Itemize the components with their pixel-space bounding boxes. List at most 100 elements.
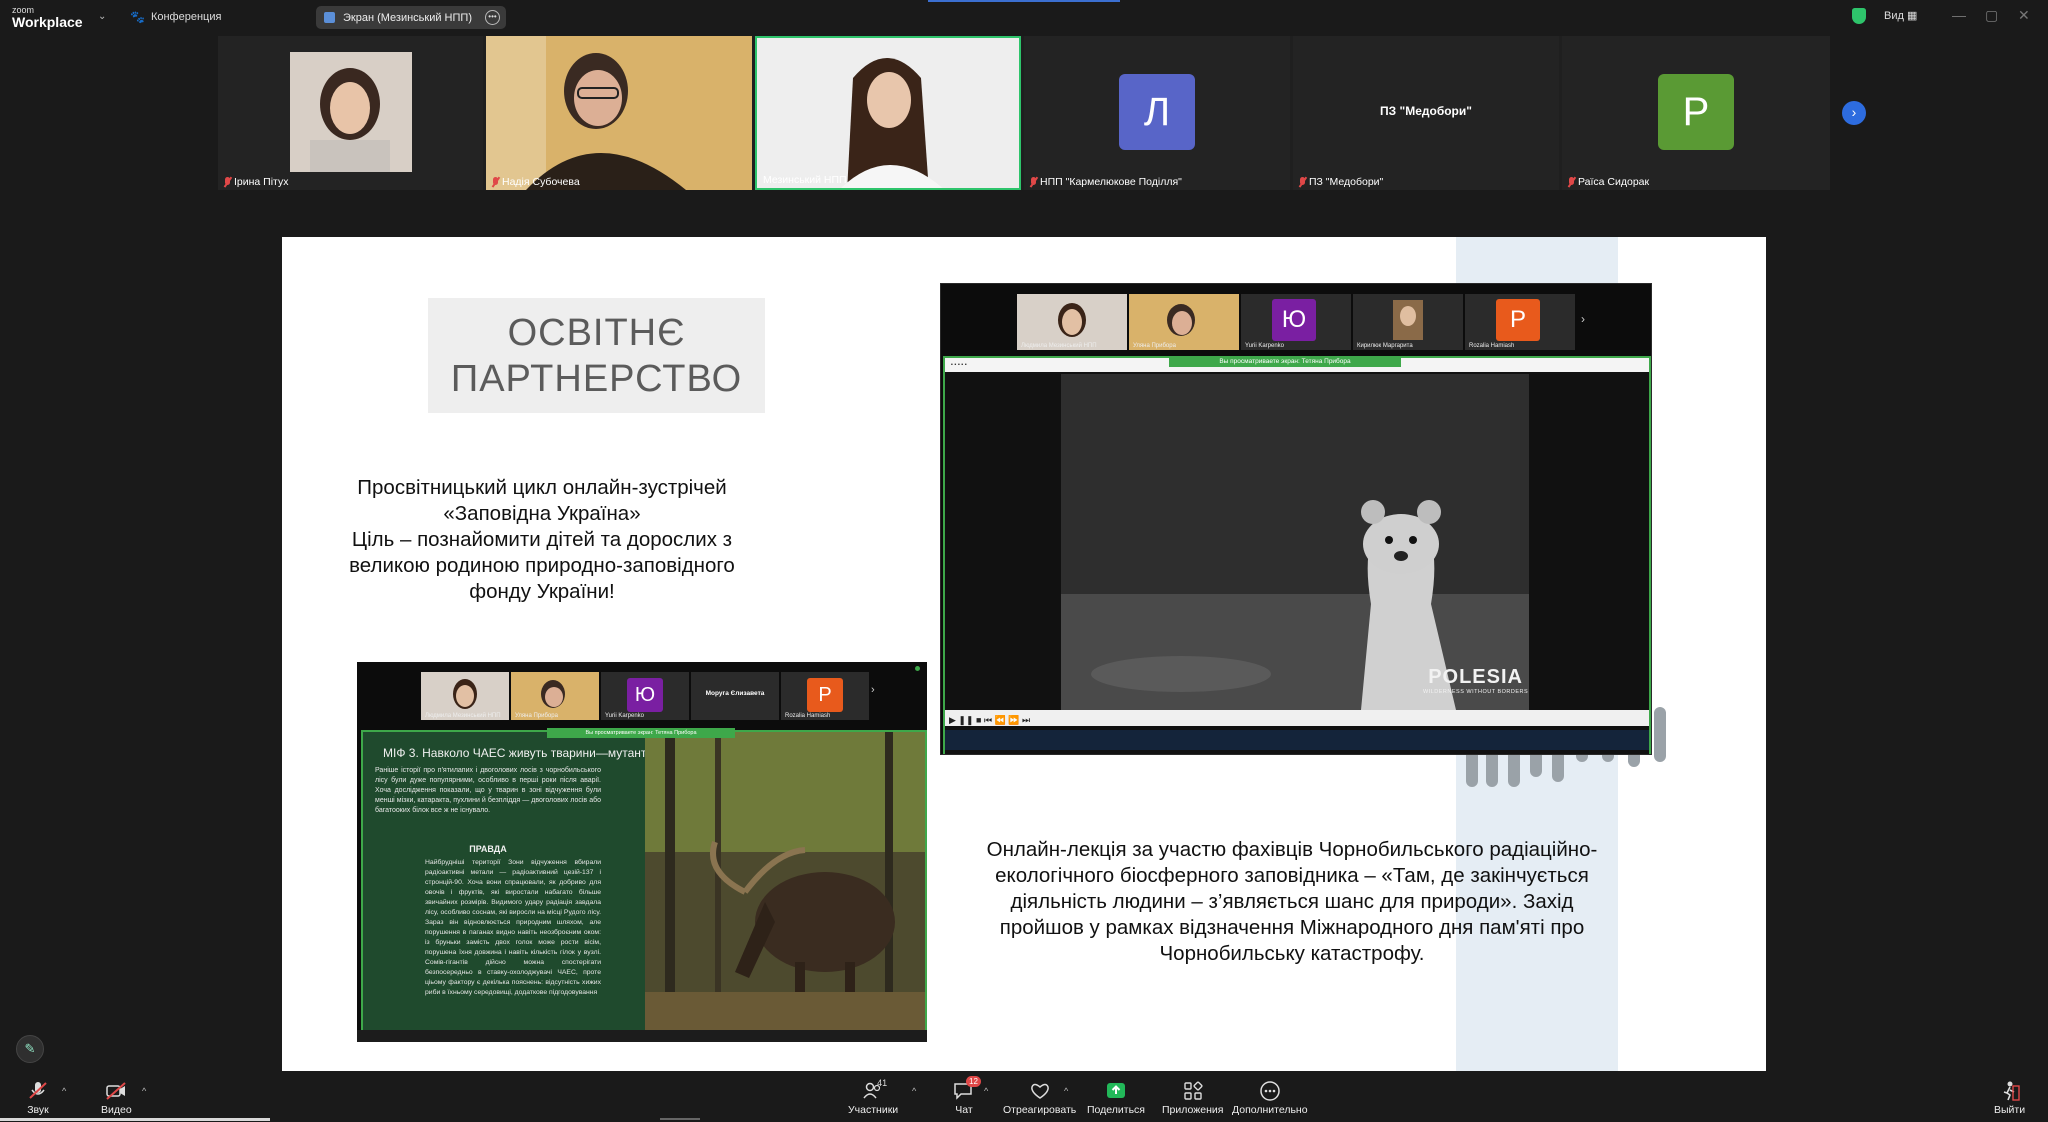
share-label: Поделиться — [1087, 1104, 1145, 1116]
audio-button[interactable]: Звук — [26, 1080, 50, 1116]
mini-participant-tile: Ю Yurii Karpenko — [1241, 294, 1351, 350]
title-bar — [0, 0, 2048, 36]
chevron-up-icon[interactable]: ^ — [62, 1086, 66, 1096]
participant-tile-active[interactable]: Мезинський НПП — [755, 36, 1021, 190]
mic-muted-icon — [26, 1080, 50, 1102]
chevron-down-icon[interactable]: ⌄ — [98, 11, 106, 22]
participant-name: Раїса Сидорак — [1568, 176, 1649, 188]
participant-tile[interactable]: Ірина Пітух — [218, 36, 483, 190]
participant-name: Мезинський НПП — [763, 174, 847, 186]
status-dot — [915, 666, 920, 671]
mic-muted-icon — [1299, 177, 1306, 187]
annotate-pen-icon[interactable]: ✎ — [16, 1035, 44, 1063]
video-button[interactable]: Видео — [101, 1080, 132, 1116]
video-off-icon — [104, 1080, 128, 1102]
more-icon[interactable]: ••• — [485, 10, 500, 25]
participant-tile[interactable]: Р Раїса Сидорак — [1562, 36, 1830, 190]
leave-button[interactable]: Выйти — [1994, 1080, 2025, 1116]
chat-label: Чат — [955, 1104, 973, 1116]
polesia-watermark: POLESIA WILDERNESS WITHOUT BORDERS — [1423, 666, 1529, 695]
participant-strip: Ірина Пітух Надія Субочева Мезинський НП… — [218, 36, 1830, 190]
taskbar — [945, 730, 1649, 750]
top-accent-bar — [928, 0, 1120, 2]
slide-title: ОСВІТНЄ ПАРТНЕРСТВО — [428, 298, 765, 413]
zoom-logo[interactable]: zoom Workplace — [12, 4, 83, 30]
participants-button[interactable]: 41 Участники — [848, 1078, 898, 1116]
screenshot-myth-slide: Людмила Мезинський НПП Уляна Прибора Ю Y… — [357, 662, 927, 1042]
more-icon — [1258, 1080, 1282, 1102]
close-icon[interactable]: ✕ — [2018, 7, 2030, 24]
view-banner: Вы просматриваете экран: Тетяна Прибора — [547, 728, 735, 738]
participant-avatar: Р — [1658, 74, 1734, 150]
mic-muted-icon — [1568, 177, 1575, 187]
chevron-up-icon[interactable]: ^ — [912, 1086, 916, 1096]
participants-icon: 41 — [853, 1078, 893, 1102]
slide-text-cycle: Просвітницький цикл онлайн-зустрічей «За… — [342, 475, 742, 605]
logo-line2: Workplace — [12, 14, 83, 30]
mini-participant-tile: Р Rozalia Hamiash — [1465, 294, 1575, 350]
react-label: Отреагировать — [1003, 1104, 1077, 1116]
mic-muted-icon — [492, 177, 499, 187]
slide-text-lecture: Онлайн-лекція за участю фахівців Чорноби… — [986, 838, 1598, 965]
progress-line — [0, 1118, 270, 1121]
participant-name: ПЗ "Медобори" — [1299, 176, 1383, 188]
screen-share-pill[interactable]: Экран (Мезинський НПП) ••• — [316, 6, 506, 29]
chevron-up-icon[interactable]: ^ — [984, 1086, 988, 1096]
next-page-icon[interactable]: › — [1842, 101, 1866, 125]
mic-muted-icon — [224, 177, 231, 187]
scroll-indicator — [660, 1118, 700, 1120]
apps-icon — [1181, 1080, 1205, 1102]
shield-icon[interactable] — [1852, 8, 1866, 24]
participant-avatar: Л — [1119, 74, 1195, 150]
chevron-right-icon: › — [871, 684, 875, 696]
chat-icon: 12 — [952, 1076, 981, 1102]
mini-participant-tile: Ю Yurii Karpenko — [601, 672, 689, 720]
screen-share-label: Экран (Мезинський НПП) — [343, 11, 472, 24]
view-menu[interactable]: Вид ▦ — [1884, 9, 1917, 22]
myth-paragraph: Раніше історії про п'ятилапих і двоголов… — [375, 767, 601, 814]
player-controls: ▶ ❚❚ ■ ⏮ ⏪ ⏩ ⏭ — [945, 710, 1649, 726]
paw-icon: 🐾 — [130, 10, 145, 24]
share-button[interactable]: Поделиться — [1087, 1080, 1145, 1116]
share-screen-icon — [1104, 1080, 1128, 1102]
apps-label: Приложения — [1162, 1104, 1224, 1116]
chevron-up-icon[interactable]: ^ — [1064, 1086, 1068, 1096]
conference-menu[interactable]: 🐾 Конференция — [130, 10, 221, 24]
participant-tile[interactable]: Надія Субочева — [486, 36, 752, 190]
mini-participant-tile: Кирилюк Маргарита — [1353, 294, 1463, 350]
more-button[interactable]: Дополнительно — [1232, 1080, 1308, 1116]
chevron-right-icon: › — [1581, 312, 1585, 326]
video-label: Видео — [101, 1104, 132, 1116]
participants-count: 41 — [877, 1078, 888, 1088]
title-line2: ПАРТНЕРСТВО — [450, 358, 743, 400]
pravda-text: Найбрудніші території Зони відчуження вб… — [425, 859, 601, 996]
text1-line1: Просвітницький цикл онлайн-зустрічей — [357, 476, 727, 499]
grid-icon: ▦ — [1906, 10, 1918, 22]
participant-name: Надія Субочева — [492, 176, 580, 188]
maximize-icon[interactable]: ▢ — [1985, 7, 1998, 24]
audio-label: Звук — [27, 1104, 49, 1116]
mini-participant-tile: Людмила Мезинський НПП — [1017, 294, 1127, 350]
trail-camera-video: POLESIA WILDERNESS WITHOUT BORDERS — [1061, 374, 1529, 710]
mini-participant-tile: Людмила Мезинський НПП — [421, 672, 509, 720]
participant-tile[interactable]: Л НПП "Кармелюкове Поділля" — [1024, 36, 1290, 190]
title-line1: ОСВІТНЄ — [507, 312, 686, 354]
participant-name: НПП "Кармелюкове Поділля" — [1030, 176, 1182, 188]
text1-line3: Ціль – познайомити дітей та дорослих з в… — [349, 528, 735, 603]
text1-line2: «Заповідна Україна» — [443, 502, 641, 525]
mini-participant-tile: Моруга Єлизавета — [691, 672, 779, 720]
apps-button[interactable]: Приложения — [1162, 1080, 1223, 1116]
participant-tile[interactable]: ПЗ "Медобори" ПЗ "Медобори" — [1293, 36, 1559, 190]
chat-badge: 12 — [966, 1076, 981, 1087]
screenshot-video-lecture: Людмила Мезинський НПП Уляна Прибора Ю Y… — [940, 283, 1652, 755]
participant-video — [757, 38, 1019, 188]
mini-participant-tile: Уляна Прибора — [1129, 294, 1239, 350]
minimize-icon[interactable]: — — [1952, 7, 1966, 23]
chat-button[interactable]: 12 Чат — [952, 1076, 981, 1116]
participant-video — [486, 36, 752, 190]
moose-photo — [645, 732, 925, 1032]
conference-label: Конференция — [150, 11, 222, 23]
shared-screen-frame: ▪ ▪ ▪ ▪ ▪ POLESIA WILDERNESS WITHOUT BOR… — [943, 356, 1651, 754]
view-banner: Вы просматриваете экран: Тетяна Прибора — [1169, 356, 1401, 367]
chevron-up-icon[interactable]: ^ — [142, 1086, 146, 1096]
